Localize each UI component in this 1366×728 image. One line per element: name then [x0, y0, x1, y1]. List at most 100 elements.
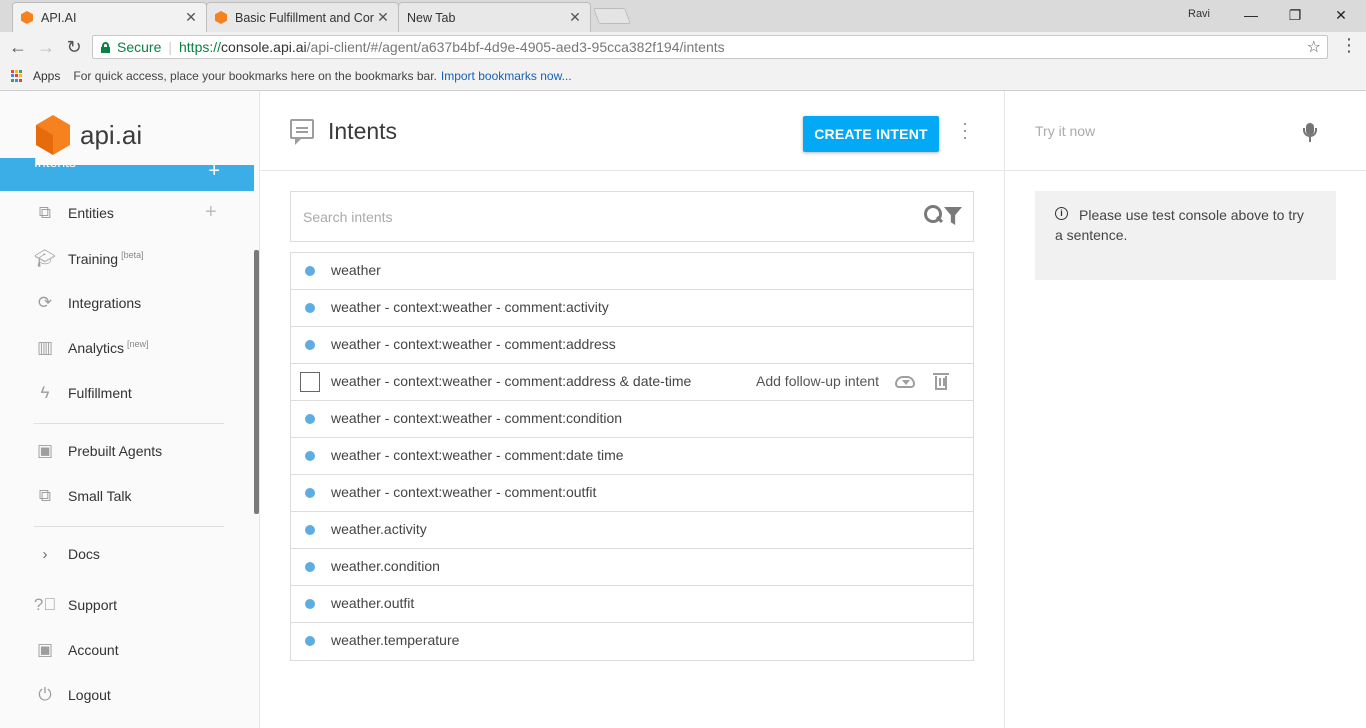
- apps-grid-icon[interactable]: [11, 70, 23, 82]
- intent-row[interactable]: weather - context:weather - comment:addr…: [291, 327, 973, 364]
- apps-shortcut[interactable]: Apps: [33, 69, 60, 83]
- intent-name[interactable]: weather.outfit: [331, 595, 414, 611]
- address-bar[interactable]: Secure | https:// console.api.ai /api-cl…: [92, 35, 1328, 59]
- api-ai-favicon-icon: [215, 11, 227, 24]
- trash-icon[interactable]: [933, 373, 949, 390]
- bookmarks-hint: For quick access, place your bookmarks h…: [73, 69, 437, 83]
- tab-new-tab[interactable]: New Tab ✕: [398, 2, 591, 32]
- lock-icon: [101, 41, 110, 53]
- cloud-download-icon[interactable]: [895, 376, 915, 388]
- sidebar-scrollbar[interactable]: [254, 250, 259, 514]
- intent-name[interactable]: weather.temperature: [331, 632, 459, 648]
- intent-name[interactable]: weather.condition: [331, 558, 440, 574]
- browser-chrome: API.AI ✕ Basic Fulfillment and Cor ✕ New…: [0, 0, 1366, 91]
- sidebar-item-docs[interactable]: › Docs: [34, 543, 100, 565]
- sidebar-item-label: Logout: [68, 687, 111, 703]
- address-separator: |: [168, 39, 172, 55]
- sidebar-item-account[interactable]: ▣ Account: [34, 639, 119, 661]
- reload-icon[interactable]: ↻: [60, 37, 88, 58]
- intent-name[interactable]: weather.activity: [331, 521, 427, 537]
- lightning-icon: ϟ: [40, 383, 50, 402]
- intent-row[interactable]: weather.condition: [291, 549, 973, 586]
- bookmark-star-icon[interactable]: ☆: [1307, 37, 1321, 57]
- sidebar-item-small-talk[interactable]: ⧉ Small Talk: [34, 485, 132, 507]
- intent-status-dot: [305, 636, 315, 646]
- url-protocol: https://: [179, 39, 222, 55]
- sidebar-item-fulfillment[interactable]: ϟ Fulfillment: [34, 382, 132, 404]
- intent-row[interactable]: weather - context:weather - comment:cond…: [291, 401, 973, 438]
- search-input[interactable]: [303, 206, 903, 228]
- tab-close-icon[interactable]: ✕: [568, 9, 582, 26]
- sidebar: Intents + api.ai ⧉ Entities + 🎓︎ Trainin…: [0, 91, 260, 728]
- sidebar-item-support[interactable]: ?⃝ Support: [34, 594, 117, 616]
- prebuilt-agents-icon: ▣: [36, 441, 54, 460]
- restore-icon[interactable]: ❐: [1272, 4, 1318, 26]
- secure-label: Secure: [117, 39, 162, 55]
- account-icon: ▣: [36, 640, 54, 659]
- import-bookmarks-link[interactable]: Import bookmarks now...: [441, 69, 572, 83]
- try-it-now-bar: [1005, 91, 1366, 171]
- back-icon[interactable]: ←: [4, 37, 32, 58]
- sidebar-item-label: Docs: [68, 546, 100, 562]
- filter-icon[interactable]: [944, 207, 962, 225]
- integrations-icon: ⟳: [37, 293, 53, 312]
- tab-api-ai[interactable]: API.AI ✕: [12, 2, 207, 32]
- logo[interactable]: api.ai: [36, 113, 259, 165]
- add-entity-icon[interactable]: +: [205, 201, 217, 224]
- intent-row[interactable]: weather.temperature: [291, 623, 973, 660]
- sidebar-item-label: Support: [68, 597, 118, 613]
- intent-row[interactable]: weather.activity: [291, 512, 973, 549]
- test-console-info: i Please use test console above to try a…: [1035, 191, 1336, 280]
- api-ai-favicon-icon: [21, 11, 33, 24]
- beta-badge: [beta]: [121, 250, 144, 260]
- tab-title: New Tab: [407, 10, 456, 25]
- chevron-right-icon: ›: [42, 545, 48, 563]
- intent-name[interactable]: weather - context:weather - comment:addr…: [331, 373, 691, 389]
- close-window-icon[interactable]: ✕: [1318, 4, 1364, 26]
- api-ai-logo-icon: [36, 115, 70, 155]
- more-options-icon[interactable]: · · ·: [960, 114, 970, 146]
- intent-name[interactable]: weather - context:weather - comment:cond…: [331, 410, 622, 426]
- forward-icon[interactable]: →: [32, 37, 60, 58]
- intent-row[interactable]: weather.outfit: [291, 586, 973, 623]
- intent-row-hovered[interactable]: weather - context:weather - comment:addr…: [291, 364, 973, 401]
- sidebar-item-entities[interactable]: ⧉ Entities: [34, 202, 114, 224]
- create-intent-button[interactable]: CREATE INTENT: [803, 116, 939, 152]
- entities-icon: ⧉: [38, 203, 52, 222]
- sidebar-item-prebuilt-agents[interactable]: ▣ Prebuilt Agents: [34, 440, 162, 462]
- test-console: i Please use test console above to try a…: [1004, 91, 1366, 728]
- intent-row[interactable]: weather: [291, 253, 973, 290]
- tab-close-icon[interactable]: ✕: [376, 9, 390, 26]
- intent-status-dot: [305, 451, 315, 461]
- intent-name[interactable]: weather - context:weather - comment:outf…: [331, 484, 596, 500]
- sidebar-item-label: Analytics: [68, 340, 125, 356]
- intent-row[interactable]: weather - context:weather - comment:date…: [291, 438, 973, 475]
- search-icon[interactable]: [924, 205, 942, 223]
- sidebar-item-logout[interactable]: ⏻ Logout: [34, 684, 111, 706]
- intent-name[interactable]: weather - context:weather - comment:acti…: [331, 299, 609, 315]
- intent-row[interactable]: weather - context:weather - comment:outf…: [291, 475, 973, 512]
- help-icon: ?⃝: [33, 595, 57, 614]
- microphone-icon[interactable]: [1303, 123, 1317, 142]
- intent-name[interactable]: weather - context:weather - comment:date…: [331, 447, 624, 463]
- tab-close-icon[interactable]: ✕: [184, 9, 198, 26]
- minimize-icon[interactable]: —: [1228, 4, 1274, 26]
- intent-name[interactable]: weather: [331, 262, 381, 278]
- analytics-icon: ▥: [36, 338, 54, 357]
- sidebar-item-label: Entities: [68, 205, 114, 221]
- browser-toolbar: ← → ↻ Secure | https:// console.api.ai /…: [0, 32, 1366, 62]
- add-follow-up-intent-link[interactable]: Add follow-up intent: [756, 373, 879, 389]
- sidebar-item-training[interactable]: 🎓︎ Training [beta]: [34, 248, 144, 270]
- try-it-now-input[interactable]: [1035, 121, 1295, 141]
- browser-menu-icon[interactable]: ⋮: [1340, 36, 1358, 54]
- profile-name[interactable]: Ravi: [1188, 8, 1210, 20]
- sidebar-item-analytics[interactable]: ▥ Analytics [new]: [34, 337, 149, 359]
- intent-name[interactable]: weather - context:weather - comment:addr…: [331, 336, 616, 352]
- sidebar-item-integrations[interactable]: ⟳ Integrations: [34, 292, 141, 314]
- new-tab-button[interactable]: [593, 8, 631, 24]
- sidebar-item-label: Prebuilt Agents: [68, 443, 163, 459]
- intent-select-checkbox[interactable]: [300, 372, 320, 392]
- tab-basic-fulfillment[interactable]: Basic Fulfillment and Cor ✕: [206, 2, 399, 32]
- intent-row[interactable]: weather - context:weather - comment:acti…: [291, 290, 973, 327]
- page-title: Intents: [328, 118, 398, 144]
